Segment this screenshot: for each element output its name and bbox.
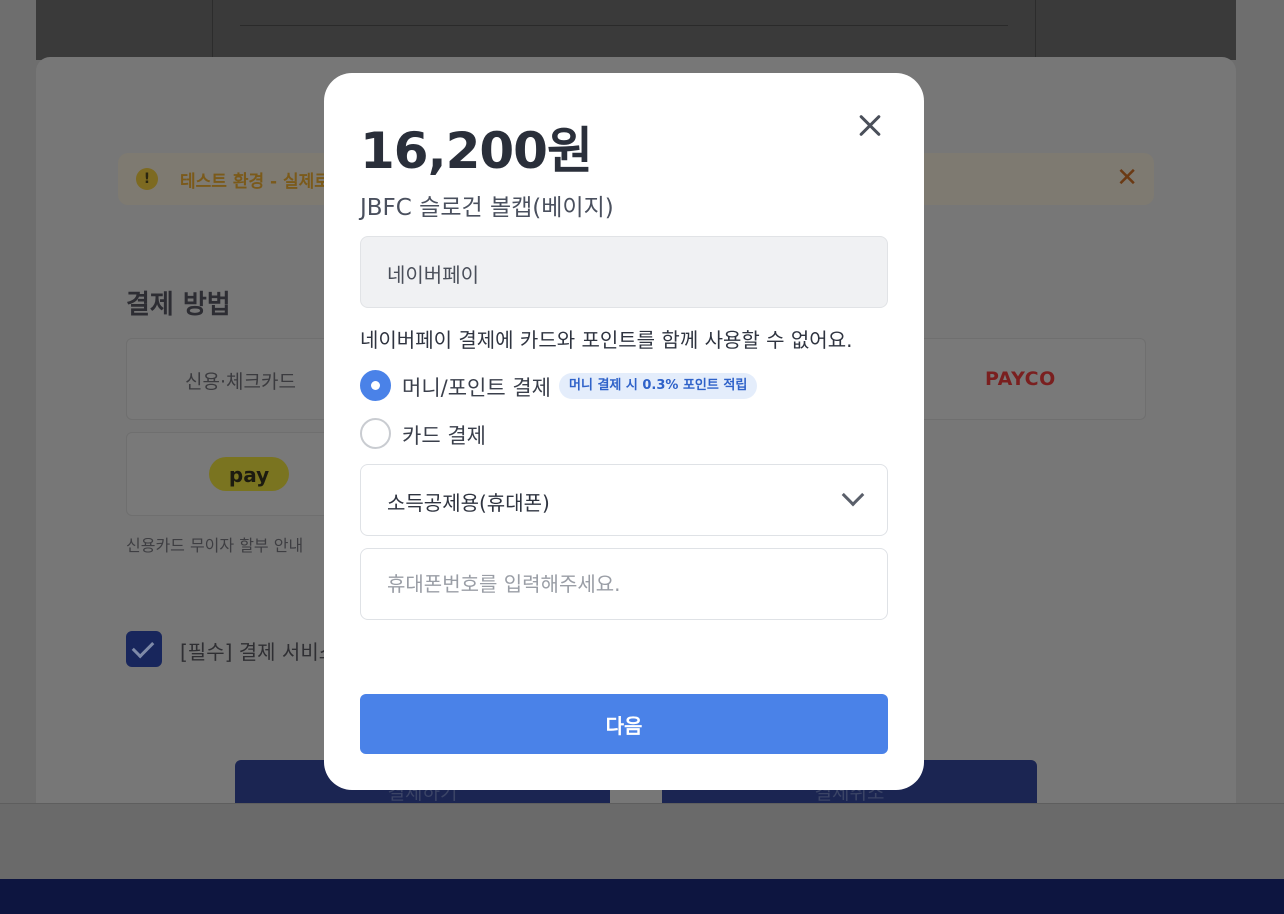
receipt-type-select[interactable]: 소득공제용(휴대폰) [360,464,888,536]
naverpay-modal: 16,200원 JBFC 슬로건 볼캡(베이지) 네이버페이 네이버페이 결제에… [324,73,924,790]
page-bottom-bar [0,879,1284,914]
option-money-point[interactable]: 머니/포인트 결제 머니 결제 시 0.3% 포인트 적립 [360,370,780,402]
product-name: JBFC 슬로건 볼캡(베이지) [360,195,614,221]
close-icon[interactable] [850,105,890,145]
phone-number-input[interactable] [360,548,888,620]
installment-info-link[interactable]: 신용카드 무이자 할부 안내 [126,532,303,556]
selected-method-label: 네이버페이 [387,263,479,287]
next-button[interactable]: 다음 [360,694,888,754]
page-footer [0,803,1284,879]
notice-close-icon[interactable]: ✕ [1116,163,1138,193]
warning-icon: ! [136,168,158,190]
kakaopay-logo-text: pay [228,463,270,487]
radio-selected-icon[interactable] [360,370,391,401]
agree-label: [필수] 결제 서비스 [180,640,338,664]
agree-checkbox[interactable] [126,631,162,667]
page-header-inner [212,0,1036,60]
payco-logo: PAYCO [985,368,1056,390]
method-card-label: 신용·체크카드 [185,371,296,393]
check-icon [131,635,155,659]
chevron-down-icon [841,483,865,507]
selected-method-box: 네이버페이 [360,236,888,308]
point-reward-badge: 머니 결제 시 0.3% 포인트 적립 [559,373,758,399]
option-card[interactable]: 카드 결제 [360,418,560,450]
payment-method-title: 결제 방법 [126,290,231,320]
option-card-label: 카드 결제 [402,424,486,448]
method-payco-button[interactable]: PAYCO [900,338,1146,420]
payment-amount: 16,200원 [360,122,593,180]
receipt-type-value: 소득공제용(휴대폰) [387,491,550,515]
kakaopay-logo: pay [209,457,289,491]
payment-warning: 네이버페이 결제에 카드와 포인트를 함께 사용할 수 없어요. [360,328,853,352]
notice-text: 테스트 환경 - 실제로 [180,172,330,192]
option-money-label: 머니/포인트 결제 [402,376,551,400]
radio-unselected-icon[interactable] [360,418,391,449]
page-header-divider [240,25,1008,26]
